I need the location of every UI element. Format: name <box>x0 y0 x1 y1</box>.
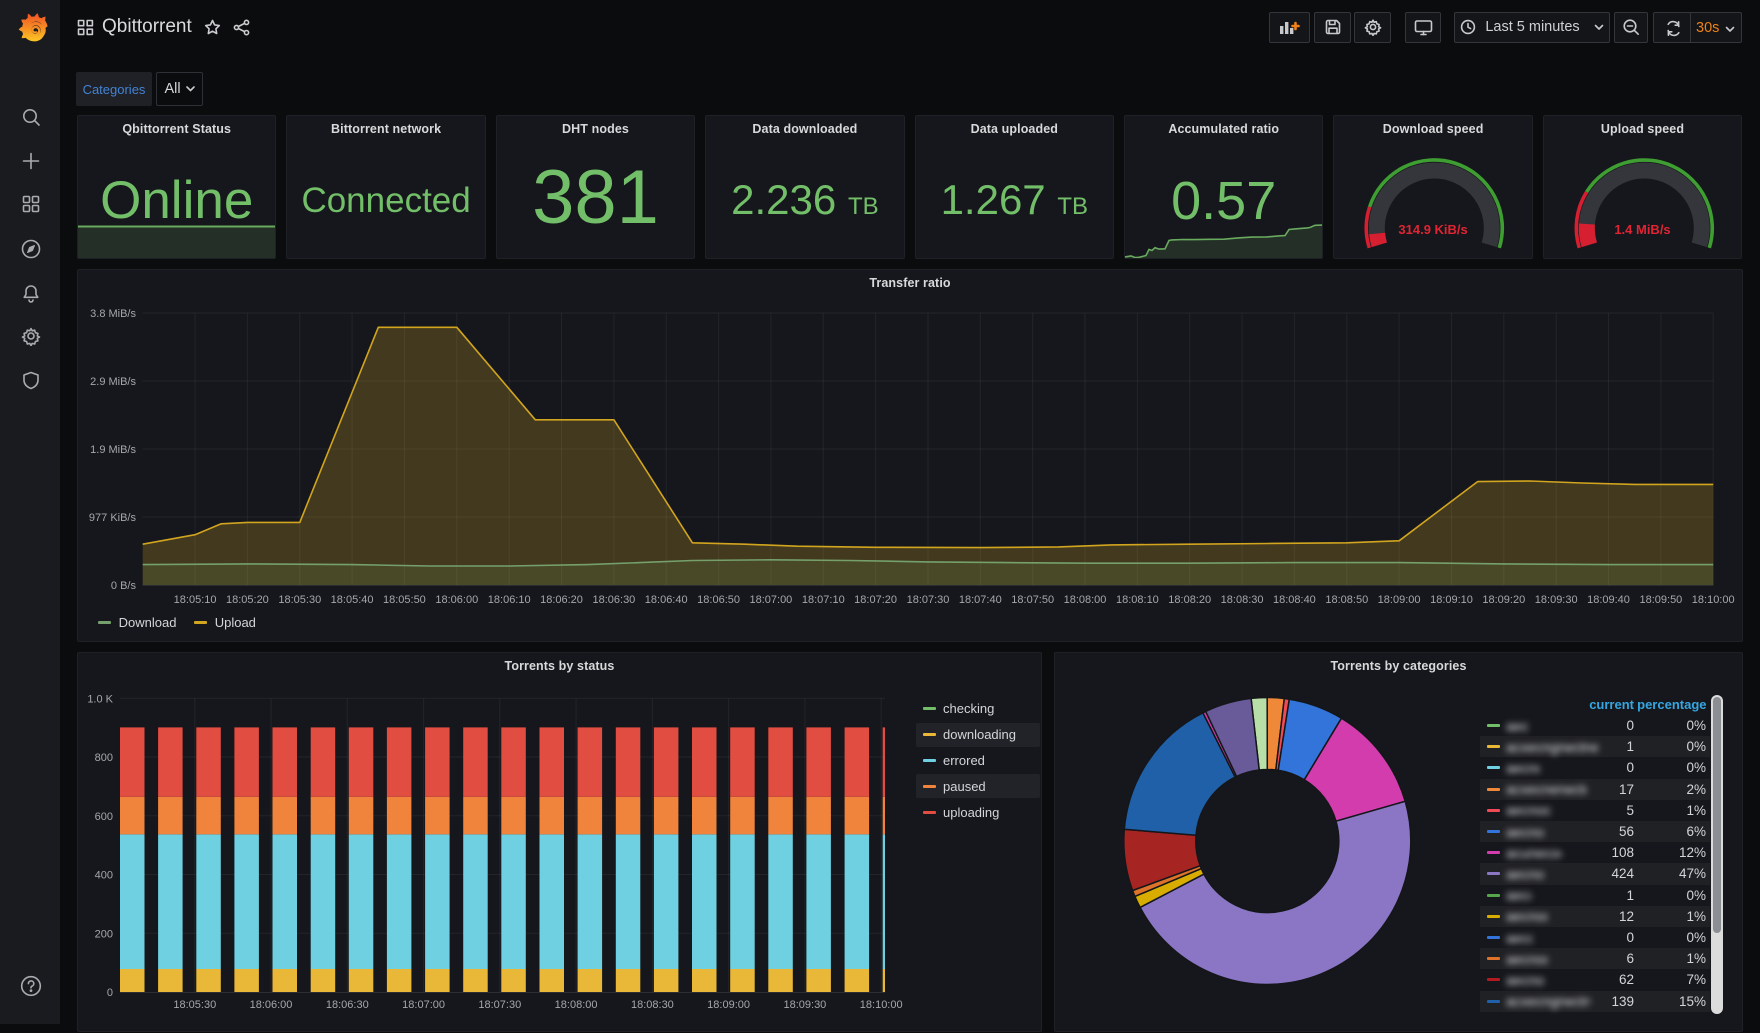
svg-text:18:08:10: 18:08:10 <box>1116 594 1159 606</box>
svg-text:18:09:00: 18:09:00 <box>707 999 750 1011</box>
svg-text:18:07:30: 18:07:30 <box>907 594 950 606</box>
svg-text:18:06:10: 18:06:10 <box>488 594 531 606</box>
svg-text:18:08:30: 18:08:30 <box>631 999 674 1011</box>
svg-text:18:09:50: 18:09:50 <box>1639 594 1682 606</box>
svg-text:18:08:00: 18:08:00 <box>1064 594 1107 606</box>
svg-text:18:07:20: 18:07:20 <box>854 594 897 606</box>
svg-text:18:08:40: 18:08:40 <box>1273 594 1316 606</box>
svg-text:18:08:20: 18:08:20 <box>1168 594 1211 606</box>
svg-text:18:09:40: 18:09:40 <box>1587 594 1630 606</box>
svg-text:18:06:30: 18:06:30 <box>326 999 369 1011</box>
svg-text:18:09:30: 18:09:30 <box>1535 594 1578 606</box>
svg-text:18:09:30: 18:09:30 <box>783 999 826 1011</box>
svg-text:18:07:30: 18:07:30 <box>478 999 521 1011</box>
svg-text:600: 600 <box>95 810 113 822</box>
svg-text:18:07:00: 18:07:00 <box>402 999 445 1011</box>
svg-text:18:05:40: 18:05:40 <box>331 594 374 606</box>
svg-text:0 B/s: 0 B/s <box>111 580 137 592</box>
svg-text:18:06:50: 18:06:50 <box>697 594 740 606</box>
svg-text:18:07:10: 18:07:10 <box>802 594 845 606</box>
svg-text:977 KiB/s: 977 KiB/s <box>89 512 137 524</box>
svg-text:18:07:40: 18:07:40 <box>959 594 1002 606</box>
svg-text:800: 800 <box>95 752 113 764</box>
svg-text:18:05:20: 18:05:20 <box>226 594 269 606</box>
svg-text:3.8 MiB/s: 3.8 MiB/s <box>90 308 136 320</box>
svg-text:18:07:50: 18:07:50 <box>1011 594 1054 606</box>
svg-text:200: 200 <box>95 928 113 940</box>
svg-text:18:08:50: 18:08:50 <box>1325 594 1368 606</box>
svg-text:18:06:30: 18:06:30 <box>592 594 635 606</box>
svg-text:18:09:20: 18:09:20 <box>1482 594 1525 606</box>
svg-text:2.9 MiB/s: 2.9 MiB/s <box>90 376 136 388</box>
svg-text:18:10:00: 18:10:00 <box>860 999 903 1011</box>
svg-text:1.9 MiB/s: 1.9 MiB/s <box>90 444 136 456</box>
svg-text:18:05:10: 18:05:10 <box>174 594 217 606</box>
svg-text:18:09:00: 18:09:00 <box>1378 594 1421 606</box>
svg-text:18:06:00: 18:06:00 <box>250 999 293 1011</box>
svg-text:400: 400 <box>95 869 113 881</box>
svg-text:18:05:50: 18:05:50 <box>383 594 426 606</box>
svg-text:18:08:00: 18:08:00 <box>555 999 598 1011</box>
svg-text:18:06:40: 18:06:40 <box>645 594 688 606</box>
svg-text:18:07:00: 18:07:00 <box>749 594 792 606</box>
svg-text:18:09:10: 18:09:10 <box>1430 594 1473 606</box>
svg-text:18:06:00: 18:06:00 <box>435 594 478 606</box>
svg-text:18:10:00: 18:10:00 <box>1692 594 1735 606</box>
svg-text:0: 0 <box>107 987 113 999</box>
svg-text:1.0 K: 1.0 K <box>87 693 113 705</box>
svg-text:18:05:30: 18:05:30 <box>278 594 321 606</box>
svg-text:18:08:30: 18:08:30 <box>1221 594 1264 606</box>
svg-text:18:05:30: 18:05:30 <box>173 999 216 1011</box>
svg-text:18:06:20: 18:06:20 <box>540 594 583 606</box>
